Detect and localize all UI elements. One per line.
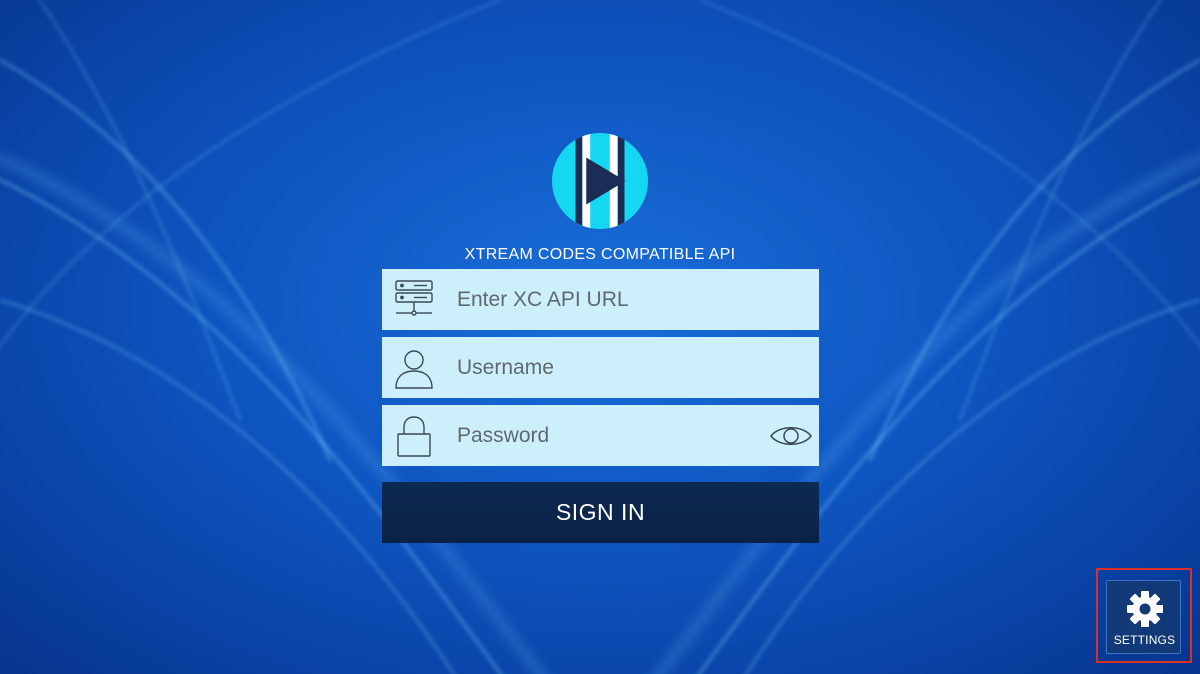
server-icon xyxy=(395,280,433,316)
password-input[interactable] xyxy=(457,405,757,466)
api-heading: XTREAM CODES COMPATIBLE API xyxy=(464,246,736,263)
app-logo-icon xyxy=(551,132,649,230)
api-url-input[interactable] xyxy=(457,269,757,330)
username-input[interactable] xyxy=(457,337,757,398)
eye-icon[interactable] xyxy=(769,419,813,453)
user-icon xyxy=(395,350,433,389)
password-field[interactable] xyxy=(382,405,819,466)
login-screen: XTREAM CODES COMPATIBLE API Enter XC API… xyxy=(0,0,1200,674)
settings-button[interactable]: SETTINGS xyxy=(1106,580,1181,654)
username-field[interactable] xyxy=(382,337,819,398)
api-url-field[interactable] xyxy=(382,269,819,330)
settings-label: SETTINGS xyxy=(1113,633,1176,647)
sign-in-button[interactable]: SIGN IN xyxy=(382,482,819,543)
gear-icon xyxy=(1127,591,1163,627)
lock-icon xyxy=(397,416,431,457)
